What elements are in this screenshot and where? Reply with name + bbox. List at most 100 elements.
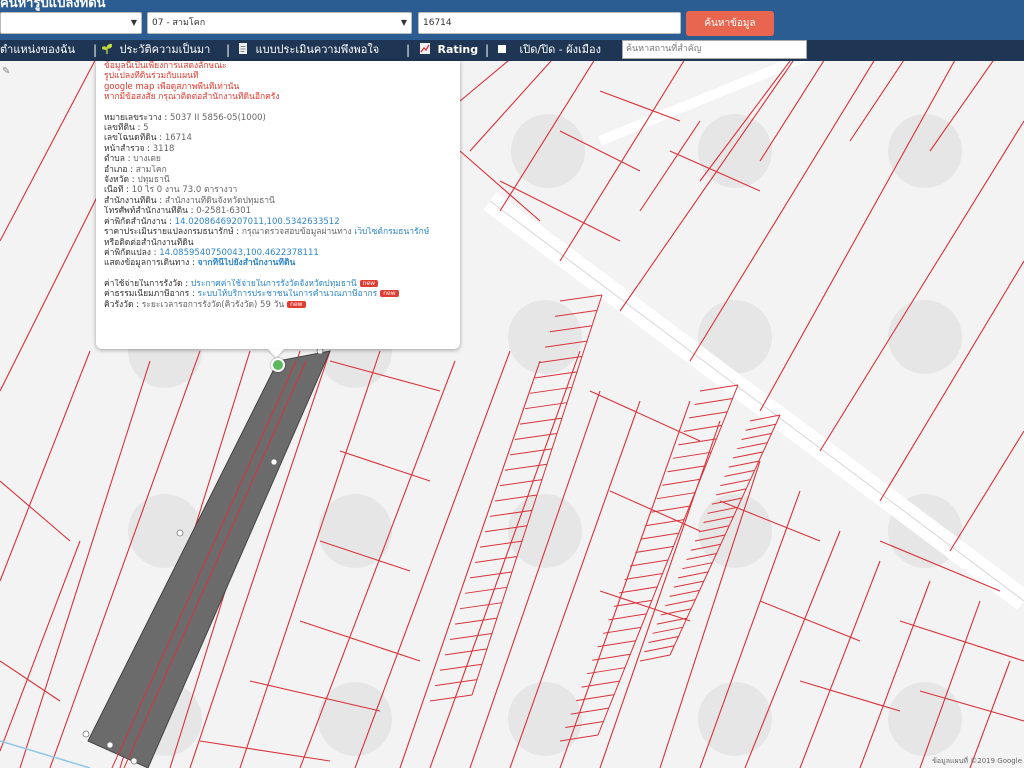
- lot-divider: [682, 562, 713, 570]
- parcel-info-popup: ข้อมูลนี้เป็นเพียงการแสดงลักษณะ รูปแปลงท…: [96, 61, 460, 349]
- chevron-down-icon: ▼: [400, 18, 407, 27]
- map-attribution: ข้อมูลแผนที่ ©2019 Google: [932, 757, 1022, 765]
- nav-survey[interactable]: แบบประเมินความพึงพอใจ: [238, 40, 379, 61]
- lot-divider: [586, 667, 626, 675]
- location-marker-icon[interactable]: [271, 358, 285, 372]
- lot-divider: [559, 294, 603, 302]
- field-label: ตำบล: [104, 154, 125, 165]
- field-value: กรุณาตรวจสอบข้อมูลผ่านทาง: [241, 227, 352, 238]
- route-link[interactable]: จากที่นี่ไปยังสำนักงานที่ดิน: [198, 258, 296, 268]
- field-row-province: จังหวัด : ปทุมธานี: [104, 175, 170, 186]
- note-line: google map เพื่อดูสภาพพื้นที่เท่านั้น: [104, 81, 240, 92]
- nav-divider: |: [406, 43, 411, 57]
- checkbox-icon[interactable]: [498, 45, 506, 53]
- lot-divider: [667, 465, 706, 473]
- parcel-inner-line: [111, 360, 297, 768]
- lot-divider: [669, 589, 700, 597]
- field-value: สามโคก: [135, 164, 167, 175]
- new-badge: new: [287, 300, 306, 308]
- field-row-phone: โทรศัพท์สำนักงานที่ดิน : 0-2581-6301: [104, 206, 252, 217]
- nav-bar: ตำแหน่งของฉัน | ประวัติความเป็นมา | แบบป…: [0, 40, 1024, 61]
- survey-queue-text: ระยะเวลารอการรังวัด(คิวรังวัด) 59 วัน: [141, 299, 285, 310]
- note-line: หากมีข้อสงสัย กรุณาติดต่อสำนักงานที่ดินอ…: [104, 92, 280, 103]
- nav-my-location[interactable]: ตำแหน่งของฉัน: [0, 40, 75, 61]
- app-root: ค้นหารูปแปลงที่ดิน ▼ 07 - สามโคก ▼ 16714…: [0, 0, 1024, 768]
- nav-zoning-toggle[interactable]: เปิด/ปิด - ผังเมือง: [498, 40, 601, 61]
- selected-parcel[interactable]: [87, 350, 331, 768]
- office-coord-link[interactable]: 14.02086469207011,100.5342633512: [175, 217, 340, 227]
- lot-divider: [724, 469, 755, 477]
- document-icon: [239, 43, 247, 54]
- field-label: ค่าพิกัดแปลง: [104, 247, 151, 258]
- field-label: เนื้อที่: [104, 185, 124, 196]
- field-row-office-coord: ค่าพิกัดสำนักงาน : 14.02086469207011,100…: [104, 216, 340, 227]
- lot-divider: [504, 463, 548, 471]
- tax-calculator-link[interactable]: ระบบให้บริการประชาชนในการคำนวณภาษีอากร: [198, 289, 378, 299]
- field-value: 5037 II 5856-05(1000): [170, 112, 266, 123]
- survey-fee-link[interactable]: ประกาศค่าใช้จ่ายในการรังวัดจังหวัดปทุมธา…: [191, 279, 357, 289]
- field-row-office: สำนักงานที่ดิน : สำนักงานที่ดินจังหวัดปท…: [104, 195, 275, 206]
- district-select[interactable]: 07 - สามโคก ▼: [147, 12, 412, 34]
- lot-divider: [640, 532, 679, 540]
- province-select[interactable]: ▼: [0, 12, 142, 34]
- lot-divider: [745, 423, 776, 431]
- nav-divider: |: [93, 43, 98, 57]
- lot-divider: [728, 460, 759, 468]
- field-label: คิวรังวัด: [104, 299, 134, 310]
- place-search-placeholder: ค้นหาสถานที่สำคัญ: [626, 44, 702, 54]
- parcel-number-value: 16714: [423, 18, 452, 28]
- place-search-input[interactable]: ค้นหาสถานที่สำคัญ: [622, 40, 807, 59]
- lot-divider: [439, 663, 483, 671]
- field-label: แสดงข้อมูลการเดินทาง: [104, 258, 190, 269]
- field-row-survey-page: หน้าสำรวจ : 3118: [104, 143, 175, 154]
- lot-divider: [454, 617, 498, 625]
- lot-divider: [624, 572, 663, 580]
- parcel-coord-link[interactable]: 14.0859540750043,100.4622378111: [159, 248, 319, 258]
- nav-history-label: ประวัติความเป็นมา: [119, 43, 211, 56]
- lot-divider: [656, 492, 696, 500]
- field-row-district: อำเภอ : สามโคก: [104, 164, 167, 175]
- field-value: 0-2581-6301: [196, 206, 252, 217]
- lot-divider: [651, 505, 690, 513]
- lot-divider: [597, 640, 636, 648]
- treasury-link[interactable]: เว็บไซต์กรมธนารักษ์: [354, 227, 429, 237]
- lot-divider: [656, 617, 688, 625]
- field-label: เลขที่ดิน: [104, 123, 135, 134]
- lot-divider: [449, 632, 493, 640]
- lot-divider: [672, 451, 712, 459]
- service-row-survey-fee: ค่าใช้จ่ายในการรังวัด : ประกาศค่าใช้จ่าย…: [104, 279, 452, 289]
- share-icon[interactable]: ✎: [2, 66, 16, 78]
- lot-divider: [644, 645, 675, 653]
- nav-rating[interactable]: Rating: [420, 40, 478, 61]
- lot-divider: [652, 626, 683, 634]
- field-value: 10 ไร่ 0 งาน 73.0 ตารางวา: [131, 185, 238, 196]
- popup-pointer: [268, 349, 284, 358]
- nav-zoning-label: เปิด/ปิด - ผังเมือง: [519, 43, 602, 56]
- chevron-down-icon: ▼: [130, 18, 137, 27]
- lot-divider: [673, 580, 704, 588]
- lot-divider: [639, 654, 671, 662]
- price-note: หรือติดต่อสำนักงานที่ดิน: [104, 237, 194, 248]
- lot-divider: [469, 571, 513, 579]
- field-value: บางเตย: [133, 154, 161, 165]
- lot-divider: [635, 546, 674, 554]
- field-row-land-no: เลขที่ดิน : 5: [104, 123, 149, 134]
- parcel-number-input[interactable]: 16714: [418, 12, 681, 34]
- sprout-icon: [102, 43, 112, 54]
- nav-my-location-label: ตำแหน่งของฉัน: [0, 43, 76, 56]
- lot-divider: [519, 417, 563, 425]
- service-row-tax: ค่าธรรมเนียมภาษีอากร : ระบบให้บริการประช…: [104, 289, 452, 299]
- price-row: ราคาประเมินรายแปลงกรมธนารักษ์ : กรุณาตรว…: [104, 227, 430, 238]
- field-value: 16714: [164, 133, 192, 144]
- nav-history[interactable]: ประวัติความเป็นมา: [102, 40, 210, 61]
- note-line: รูปแปลงที่ดินร่วมกับแผนที่: [104, 71, 199, 82]
- lot-divider: [741, 432, 772, 440]
- lot-divider: [514, 432, 558, 440]
- chart-icon: [420, 43, 430, 54]
- lot-divider: [720, 479, 751, 487]
- lot-divider: [732, 451, 764, 459]
- lot-divider: [646, 519, 685, 527]
- search-button[interactable]: ค้นหาข้อมูล: [686, 11, 774, 36]
- lot-divider: [576, 694, 615, 702]
- field-row-deed-no: เลขโฉนดที่ดิน : 16714: [104, 133, 192, 144]
